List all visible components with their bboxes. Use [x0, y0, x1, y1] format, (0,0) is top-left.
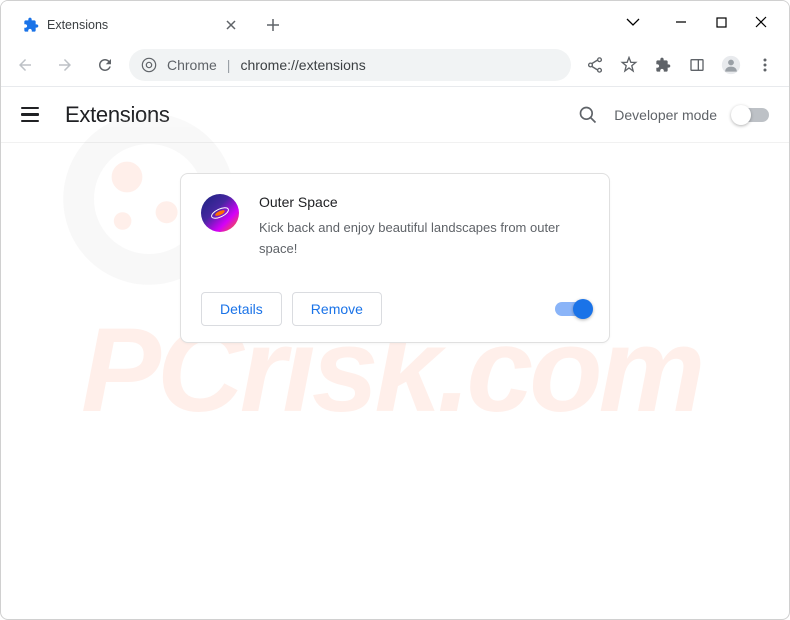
forward-button[interactable] [49, 49, 81, 81]
puzzle-icon [23, 17, 39, 33]
back-button[interactable] [9, 49, 41, 81]
profile-icon[interactable] [715, 49, 747, 81]
developer-mode-toggle[interactable] [733, 108, 769, 122]
extension-icon [201, 194, 239, 232]
chevron-down-icon[interactable] [621, 18, 645, 26]
share-icon[interactable] [579, 49, 611, 81]
details-button[interactable]: Details [201, 292, 282, 326]
header-right: Developer mode [578, 105, 769, 125]
close-window-button[interactable] [749, 16, 773, 28]
hamburger-menu-button[interactable] [21, 103, 45, 127]
window-frame: PCrisk.com Extensions [0, 0, 790, 620]
omnibox-separator: | [227, 57, 231, 73]
tab-title: Extensions [47, 18, 215, 32]
close-tab-icon[interactable] [223, 17, 239, 33]
extension-info: Outer Space Kick back and enjoy beautifu… [259, 194, 591, 260]
side-panel-icon[interactable] [681, 49, 713, 81]
developer-mode-label: Developer mode [614, 107, 717, 123]
star-icon[interactable] [613, 49, 645, 81]
extension-name: Outer Space [259, 194, 591, 210]
window-controls [613, 1, 789, 43]
chrome-logo-icon [141, 57, 157, 73]
toolbar: Chrome | chrome://extensions [1, 43, 789, 87]
reload-button[interactable] [89, 49, 121, 81]
menu-icon[interactable] [749, 49, 781, 81]
toolbar-actions [579, 49, 781, 81]
extension-description: Kick back and enjoy beautiful landscapes… [259, 218, 591, 260]
tab-strip: Extensions [1, 1, 613, 43]
extensions-icon[interactable] [647, 49, 679, 81]
search-icon[interactable] [578, 105, 598, 125]
minimize-button[interactable] [669, 16, 693, 28]
card-footer: Details Remove [201, 292, 591, 326]
content-area: Outer Space Kick back and enjoy beautifu… [1, 143, 789, 343]
omnibox-scheme: Chrome [167, 57, 217, 73]
title-bar: Extensions [1, 1, 789, 43]
omnibox-url: chrome://extensions [240, 57, 365, 73]
address-bar[interactable]: Chrome | chrome://extensions [129, 49, 571, 81]
extension-card: Outer Space Kick back and enjoy beautifu… [180, 173, 610, 343]
remove-button[interactable]: Remove [292, 292, 382, 326]
extension-enable-toggle[interactable] [555, 302, 591, 316]
page-header: Extensions Developer mode [1, 87, 789, 143]
page-title: Extensions [65, 102, 170, 128]
card-body: Outer Space Kick back and enjoy beautifu… [201, 194, 591, 260]
new-tab-button[interactable] [259, 11, 287, 39]
browser-tab[interactable]: Extensions [11, 7, 251, 43]
maximize-button[interactable] [709, 17, 733, 28]
